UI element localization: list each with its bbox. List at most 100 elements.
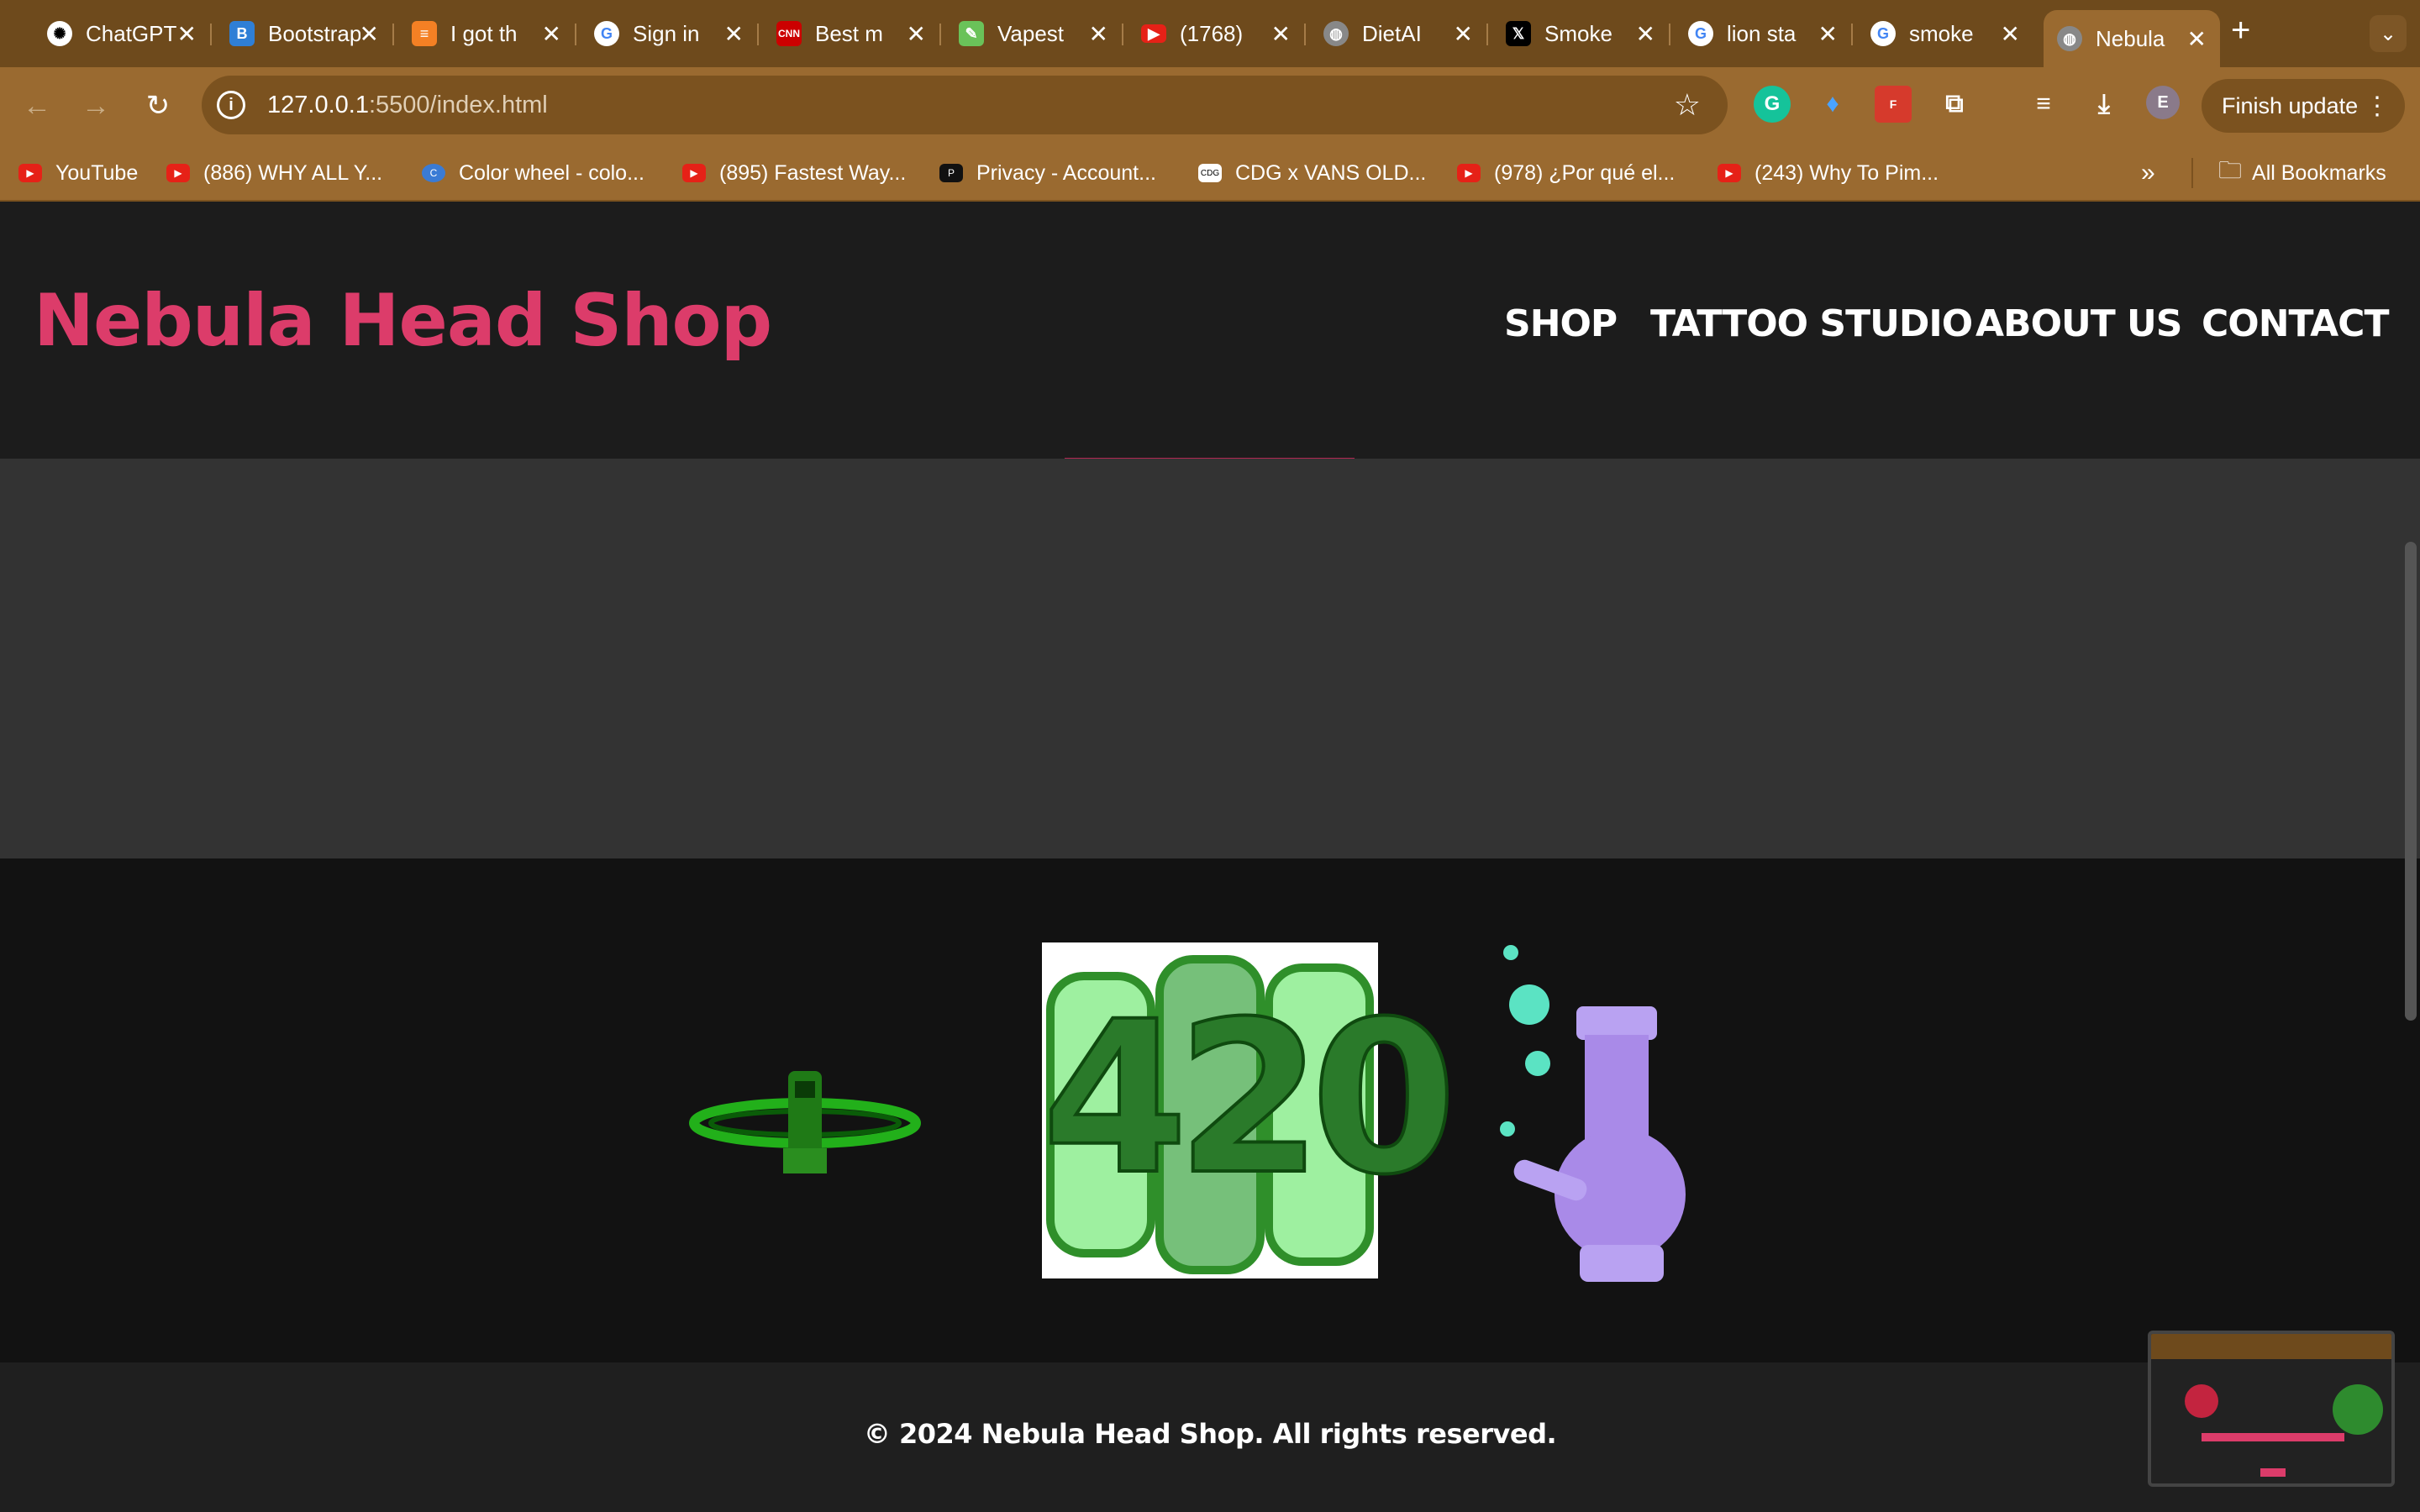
browser-toolbar: ← → ↻ i 127.0.0.1:5500/index.html ☆ G ♦ …	[0, 67, 2420, 143]
url-host: 127.0.0.1	[267, 91, 369, 118]
close-icon[interactable]: ✕	[177, 20, 197, 48]
gallery-section: 420	[0, 858, 2420, 1362]
tab-chatgpt[interactable]: ✺ ChatGPT ✕	[34, 10, 210, 57]
bookmark-item[interactable]: C Color wheel - colo...	[422, 156, 644, 190]
color-wheel-icon: C	[422, 164, 445, 182]
youtube-icon: ▶	[166, 164, 190, 182]
url-text[interactable]: 127.0.0.1:5500/index.html	[267, 92, 548, 119]
bookmark-item[interactable]: ▶ (978) ¿Por qué el...	[1457, 156, 1675, 190]
green-spinner-image	[689, 1071, 921, 1173]
more-vertical-icon[interactable]: ⋮	[2365, 92, 2390, 121]
privacy-icon: P	[939, 164, 963, 182]
new-tab-button[interactable]: +	[2231, 12, 2250, 50]
tab-dietai[interactable]: ◍ DietAI ✕	[1310, 10, 1486, 57]
bookmark-item[interactable]: P Privacy - Account...	[939, 156, 1156, 190]
tab-strip: ✺ ChatGPT ✕ B Bootstrap ✕ ≡ I got th ✕ G…	[0, 0, 2420, 67]
tab-separator	[939, 24, 941, 45]
site-header: Nebula Head Shop SHOP TATTOO STUDIO ABOU…	[0, 202, 2420, 459]
rose-image	[2185, 1384, 2218, 1418]
gem-extension-icon[interactable]: ♦	[1814, 86, 1851, 123]
globe-icon: ◍	[2057, 26, 2082, 51]
folder-icon: 🗀	[2218, 157, 2243, 183]
picture-in-picture-thumbnail[interactable]	[2148, 1331, 2395, 1487]
bookmark-item[interactable]: ▶ (886) WHY ALL Y...	[166, 156, 382, 190]
media-controls-icon[interactable]: ≡	[2025, 86, 2062, 123]
close-icon[interactable]: ✕	[360, 20, 379, 48]
nav-tattoo-studio[interactable]: TATTOO STUDIO	[1650, 302, 1973, 345]
tab-search-menu-button[interactable]: ⌄	[2370, 15, 2407, 52]
reload-icon[interactable]: ↻	[138, 86, 178, 126]
extensions-puzzle-icon[interactable]: ⧉	[1936, 86, 1973, 123]
tab-vapestore[interactable]: ✎ Vapest ✕	[945, 10, 1122, 57]
nav-about-us[interactable]: ABOUT US	[1975, 302, 2182, 345]
close-icon[interactable]: ✕	[1636, 20, 1655, 48]
google-icon: G	[594, 21, 619, 46]
page-scrollbar[interactable]	[2405, 542, 2417, 1021]
globe-icon: ◍	[1323, 21, 1349, 46]
close-icon[interactable]: ✕	[542, 20, 561, 48]
google-icon: G	[1870, 21, 1896, 46]
cdg-icon: CDG	[1198, 164, 1222, 182]
hero-heading-bar	[2202, 1433, 2344, 1441]
close-icon[interactable]: ✕	[2187, 25, 2207, 53]
bookmark-star-icon[interactable]: ☆	[1674, 87, 1701, 123]
tab-google-lion[interactable]: G lion sta ✕	[1675, 10, 1851, 57]
close-icon[interactable]: ✕	[1454, 20, 1473, 48]
hero-section	[0, 459, 2420, 858]
tab-stackoverflow[interactable]: ≡ I got th ✕	[398, 10, 575, 57]
forward-arrow-icon[interactable]: →	[76, 86, 116, 126]
tab-x-smoke[interactable]: 𝕏 Smoke ✕	[1492, 10, 1669, 57]
close-icon[interactable]: ✕	[1818, 20, 1838, 48]
tab-separator	[1851, 24, 1853, 45]
all-bookmarks[interactable]: 🗀 All Bookmarks	[2218, 156, 2386, 190]
thumbnail-browser-bar	[2151, 1334, 2391, 1359]
tab-separator	[392, 24, 394, 45]
close-icon[interactable]: ✕	[1271, 20, 1291, 48]
tab-nebula-active[interactable]: ◍ Nebula ✕	[2044, 10, 2220, 67]
more-bookmarks-chevron-icon[interactable]: »	[2141, 156, 2155, 190]
tab-google-signin[interactable]: G Sign in ✕	[581, 10, 757, 57]
close-icon[interactable]: ✕	[724, 20, 744, 48]
bookmark-item[interactable]: ▶ YouTube	[18, 156, 138, 190]
youtube-icon: ▶	[1141, 24, 1166, 43]
tab-bootstrap[interactable]: B Bootstrap ✕	[216, 10, 392, 57]
stackoverflow-icon: ≡	[412, 21, 437, 46]
bookmark-item[interactable]: CDG CDG x VANS OLD...	[1198, 156, 1426, 190]
youtube-icon: ▶	[1457, 164, 1481, 182]
grammarly-icon[interactable]: G	[1754, 86, 1791, 123]
tab-separator	[575, 24, 576, 45]
url-path: :5500/index.html	[368, 91, 548, 118]
nav-contact[interactable]: CONTACT	[2202, 302, 2389, 345]
copyright-text: © 2024 Nebula Head Shop. All rights rese…	[863, 1418, 1557, 1450]
cnn-icon: CNN	[776, 21, 802, 46]
tab-cnn[interactable]: CNN Best m ✕	[763, 10, 939, 57]
bookmark-item[interactable]: ▶ (895) Fastest Way...	[682, 156, 906, 190]
tab-google-smoke[interactable]: G smoke ✕	[1857, 10, 2033, 57]
finish-update-button[interactable]: Finish update ⋮	[2202, 79, 2405, 133]
address-bar[interactable]: i 127.0.0.1:5500/index.html ☆	[202, 76, 1728, 134]
close-icon[interactable]: ✕	[2001, 20, 2020, 48]
bookmarks-bar: ▶ YouTube ▶ (886) WHY ALL Y... C Color whee…	[0, 143, 2420, 202]
download-icon[interactable]: ⤓	[2086, 86, 2123, 123]
tab-youtube[interactable]: ▶ (1768) ✕	[1128, 10, 1304, 57]
nav-shop[interactable]: SHOP	[1504, 302, 1618, 345]
tab-separator	[757, 24, 759, 45]
tab-separator	[1669, 24, 1670, 45]
site-info-icon[interactable]: i	[217, 91, 245, 119]
vapestore-icon: ✎	[959, 21, 984, 46]
tab-separator	[210, 24, 212, 45]
x-icon: 𝕏	[1506, 21, 1531, 46]
close-icon[interactable]: ✕	[1089, 20, 1108, 48]
back-arrow-icon[interactable]: ←	[17, 86, 57, 126]
site-logo[interactable]: Nebula Head Shop	[34, 279, 772, 363]
tab-separator	[1304, 24, 1306, 45]
finish-update-label: Finish update	[2222, 92, 2359, 118]
420-text: 420	[1040, 974, 1459, 1222]
profile-avatar[interactable]: E	[2146, 86, 2180, 119]
bookmark-item[interactable]: ▶ (243) Why To Pim...	[1718, 156, 1939, 190]
bootstrap-icon: B	[229, 21, 255, 46]
close-icon[interactable]: ✕	[907, 20, 926, 48]
flash-extension-icon[interactable]: F	[1875, 86, 1912, 123]
bookmark-divider	[2191, 158, 2193, 188]
tab-separator	[1486, 24, 1488, 45]
